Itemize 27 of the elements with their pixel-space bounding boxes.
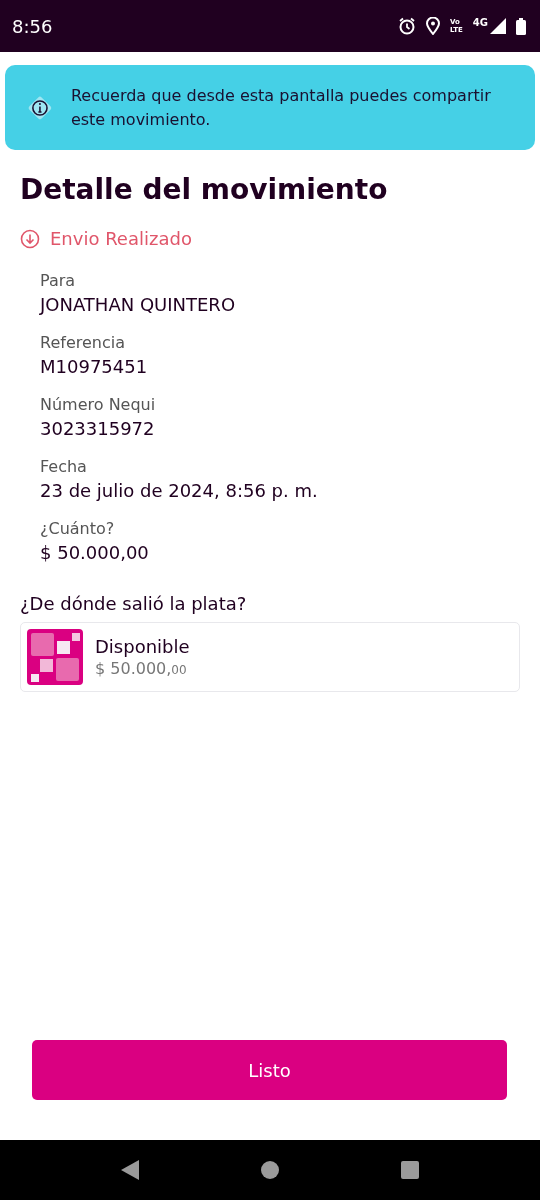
field-value: $ 50.000,00 xyxy=(40,542,150,563)
status-time: 8:56 xyxy=(12,15,54,37)
field-value: JONATHAN QUINTERO xyxy=(40,294,237,315)
back-icon[interactable] xyxy=(121,1160,139,1180)
battery-icon xyxy=(516,17,526,35)
field-value: 23 de julio de 2024, 8:56 p. m. xyxy=(40,480,319,501)
account-name: Disponible xyxy=(95,636,190,657)
toast-message: Recuerda que desde esta pantalla puedes compartir este movimiento. xyxy=(70,84,492,131)
field-value: M10975451 xyxy=(40,356,149,377)
field-label: Referencia xyxy=(40,333,126,352)
pocket-icon xyxy=(27,629,83,685)
field-label: ¿Cuánto? xyxy=(40,519,116,538)
done-button[interactable]: Listo xyxy=(32,1040,507,1100)
network-label: 4G xyxy=(472,16,488,28)
account-card[interactable]: Disponible $ 50.000,00 xyxy=(20,622,520,692)
location-icon xyxy=(425,17,440,35)
account-balance: $ 50.000,00 xyxy=(95,659,188,678)
field-value: 3023315972 xyxy=(40,418,156,439)
page-title: Detalle del movimiento xyxy=(20,172,389,208)
alarm-icon xyxy=(397,17,416,35)
field-label: Número Nequi xyxy=(40,395,157,414)
signal-icon xyxy=(490,18,506,34)
section-heading: ¿De dónde salió la plata? xyxy=(20,593,248,614)
field-label: Para xyxy=(40,271,77,290)
home-icon[interactable] xyxy=(261,1161,279,1179)
field-label: Fecha xyxy=(40,457,88,476)
status-label: Envio Realizado xyxy=(50,228,192,249)
